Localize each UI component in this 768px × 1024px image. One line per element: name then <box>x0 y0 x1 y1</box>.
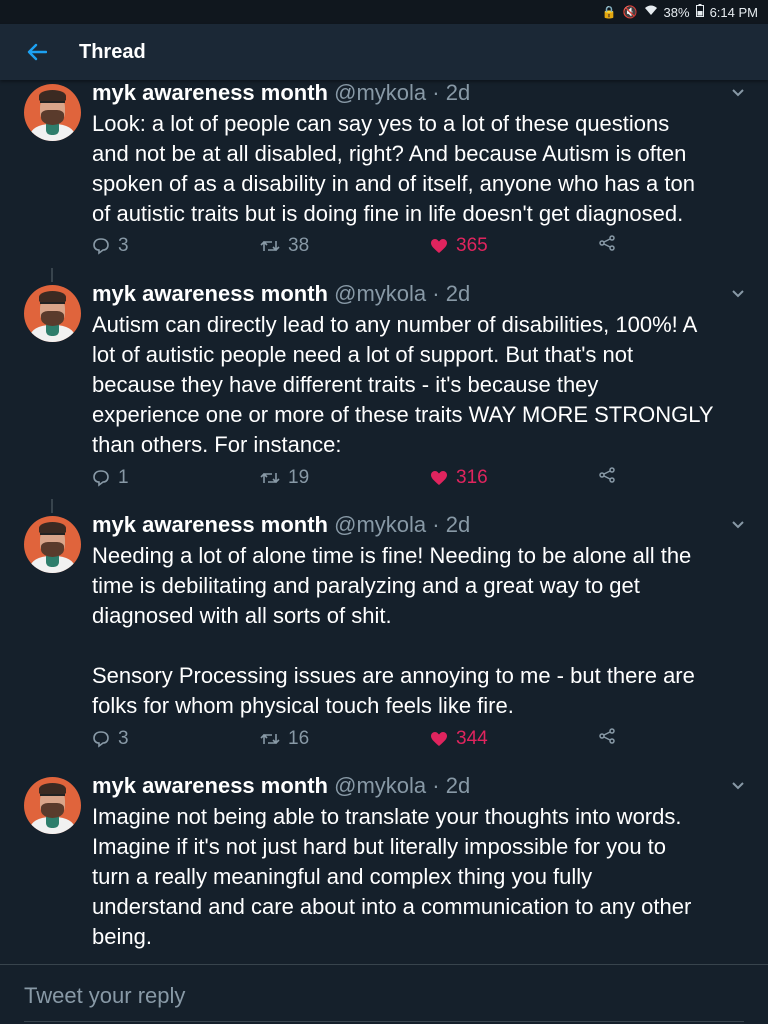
tweet-text: Needing a lot of alone time is fine! Nee… <box>92 543 695 718</box>
clock: 6:14 PM <box>709 4 758 20</box>
share-icon <box>599 467 615 483</box>
tweet-text: Look: a lot of people can say yes to a l… <box>92 111 695 226</box>
retweet-icon <box>260 472 280 484</box>
like-button[interactable]: 365 <box>430 235 488 257</box>
back-button[interactable] <box>17 32 57 72</box>
retweet-count: 38 <box>288 235 310 256</box>
thread-feed[interactable]: myk awareness month @mykola · 2d Look: a… <box>0 80 768 964</box>
reply-icon <box>93 470 109 487</box>
avatar[interactable] <box>24 84 81 141</box>
share-button[interactable] <box>598 235 616 251</box>
chevron-down-icon[interactable] <box>729 779 747 793</box>
tweet[interactable]: myk awareness month @mykola · 2d Imagine… <box>0 773 768 964</box>
header-separator: · <box>426 80 446 105</box>
tweet-age: 2d <box>445 512 471 537</box>
reply-button[interactable]: 3 <box>92 235 129 257</box>
wifi-icon <box>644 5 658 19</box>
battery-icon <box>695 4 704 20</box>
reply-bar: Tweet your reply <box>0 964 768 1024</box>
app-bar: Thread <box>0 24 768 80</box>
reply-count: 1 <box>118 467 129 488</box>
share-button[interactable] <box>598 467 616 483</box>
tweet-actions: 3 16 344 <box>92 728 632 752</box>
retweet-button[interactable]: 38 <box>260 235 309 257</box>
reply-count: 3 <box>118 235 129 256</box>
tweet-text: Imagine not being able to translate your… <box>92 804 692 949</box>
heart-icon <box>431 239 447 253</box>
chevron-down-icon[interactable] <box>729 287 747 301</box>
tweet-header: myk awareness month @mykola · 2d <box>92 281 470 307</box>
thread-connector <box>51 268 53 282</box>
header-separator: · <box>426 512 446 537</box>
battery-percent: 38% <box>663 4 690 20</box>
reply-count: 3 <box>118 728 129 749</box>
tweet[interactable]: myk awareness month @mykola · 2d Needing… <box>0 512 768 772</box>
tweet-age: 2d <box>445 281 471 306</box>
header-separator: · <box>426 773 446 798</box>
arrow-left-icon <box>27 43 47 61</box>
reply-input-underline <box>24 1021 744 1022</box>
reply-button[interactable]: 3 <box>92 728 129 750</box>
page-title: Thread <box>79 40 146 63</box>
reply-button[interactable]: 1 <box>92 467 129 489</box>
retweet-icon <box>260 240 280 252</box>
status-bar: 🔒 🔇 38% 6:14 PM <box>0 0 768 24</box>
share-icon <box>599 728 615 744</box>
heart-icon <box>431 732 447 746</box>
heart-icon <box>431 471 447 485</box>
tweet[interactable]: myk awareness month @mykola · 2d Autism … <box>0 281 768 513</box>
like-count: 316 <box>456 467 488 488</box>
like-button[interactable]: 316 <box>430 467 488 489</box>
tweet-age: 2d <box>445 80 471 105</box>
share-icon <box>599 235 615 251</box>
lock-icon: 🔒 <box>601 5 617 19</box>
chevron-down-icon[interactable] <box>729 86 747 100</box>
mute-icon: 🔇 <box>622 5 638 19</box>
avatar[interactable] <box>24 777 81 834</box>
user-handle[interactable]: @mykola <box>334 773 426 798</box>
tweet-header: myk awareness month @mykola · 2d <box>92 80 470 106</box>
avatar[interactable] <box>24 285 81 342</box>
retweet-count: 19 <box>288 467 310 488</box>
retweet-icon <box>260 733 280 745</box>
tweet-header: myk awareness month @mykola · 2d <box>92 773 470 799</box>
tweet-actions: 3 38 365 <box>92 235 632 259</box>
header-separator: · <box>426 281 446 306</box>
reply-icon <box>93 731 109 748</box>
tweet-text: Autism can directly lead to any number o… <box>92 312 714 457</box>
tweet[interactable]: myk awareness month @mykola · 2d Look: a… <box>0 80 768 282</box>
tweet-actions: 1 19 316 <box>92 467 632 491</box>
chevron-down-icon[interactable] <box>729 518 747 532</box>
retweet-button[interactable]: 16 <box>260 728 309 750</box>
display-name[interactable]: myk awareness month <box>92 512 328 537</box>
like-count: 365 <box>456 235 488 256</box>
retweet-count: 16 <box>288 728 310 749</box>
reply-icon <box>93 238 109 255</box>
avatar[interactable] <box>24 516 81 573</box>
like-count: 344 <box>456 728 488 749</box>
display-name[interactable]: myk awareness month <box>92 281 328 306</box>
reply-input[interactable]: Tweet your reply <box>24 983 185 1009</box>
user-handle[interactable]: @mykola <box>334 80 426 105</box>
retweet-button[interactable]: 19 <box>260 467 309 489</box>
tweet-age: 2d <box>445 773 471 798</box>
tweet-header: myk awareness month @mykola · 2d <box>92 512 470 538</box>
user-handle[interactable]: @mykola <box>334 512 426 537</box>
display-name[interactable]: myk awareness month <box>92 773 328 798</box>
like-button[interactable]: 344 <box>430 728 488 750</box>
display-name[interactable]: myk awareness month <box>92 80 328 105</box>
thread-connector <box>51 499 53 513</box>
user-handle[interactable]: @mykola <box>334 281 426 306</box>
share-button[interactable] <box>598 728 616 744</box>
